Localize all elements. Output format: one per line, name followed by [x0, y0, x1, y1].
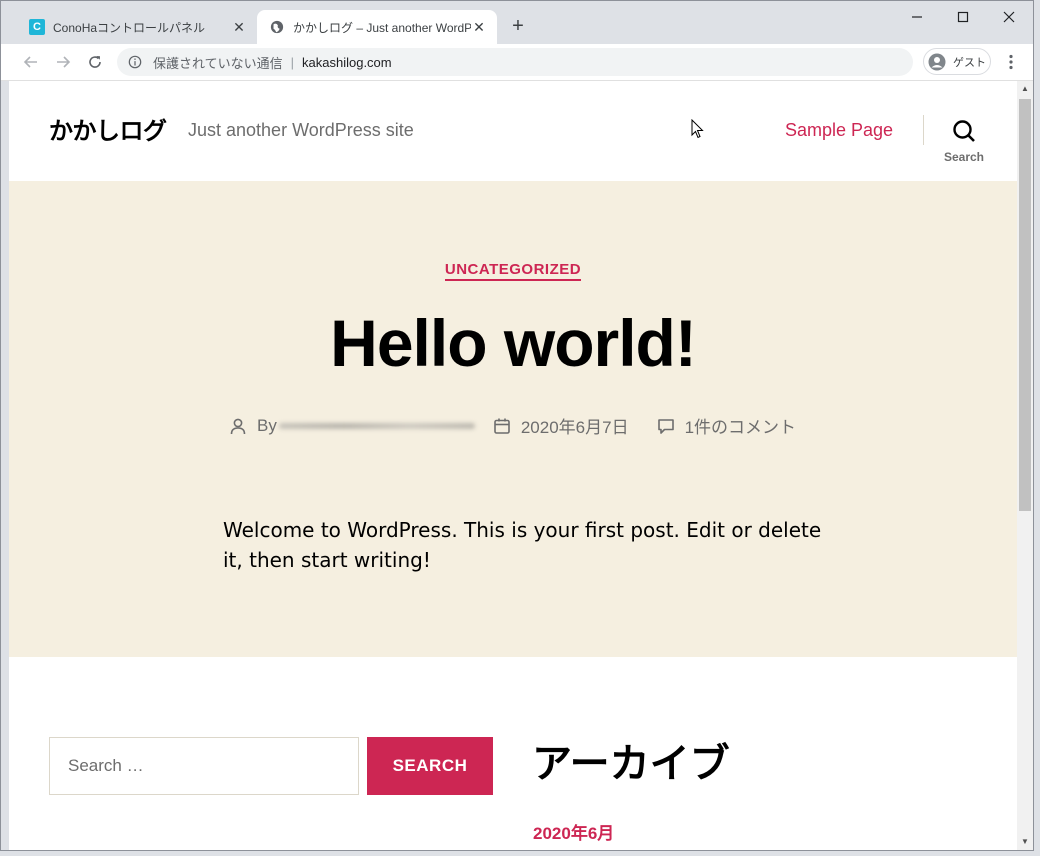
user-icon [230, 418, 246, 434]
nav-divider [923, 115, 924, 145]
author-name-redacted[interactable] [278, 422, 475, 429]
calendar-icon [494, 418, 510, 434]
tab-title: ConoHaコントロールパネル [53, 20, 206, 35]
minimize-button[interactable] [894, 3, 940, 31]
browser-window: C ConoHaコントロールパネル ✕ かかしログ – Just another… [0, 0, 1034, 851]
scrollbar-thumb[interactable] [1019, 99, 1031, 511]
post-category: UNCATEGORIZED [9, 261, 1017, 281]
tab-kakashilog[interactable]: かかしログ – Just another WordPress site ✕ [257, 10, 497, 44]
site-description: Just another WordPress site [188, 120, 414, 140]
page-scrollbar[interactable]: ▲ ▼ [1017, 81, 1033, 850]
category-link[interactable]: UNCATEGORIZED [444, 261, 582, 281]
post-content: Welcome to WordPress. This is your first… [223, 518, 822, 572]
profile-label: ゲスト [953, 56, 986, 69]
browser-toolbar: 保護されていない通信 | kakashilog.com ゲスト [1, 44, 1033, 81]
scroll-down-arrow-icon[interactable]: ▼ [1017, 834, 1033, 850]
comments-link[interactable]: 1件のコメント [685, 413, 796, 438]
url-text: kakashilog.com [302, 54, 392, 70]
address-bar[interactable]: 保護されていない通信 | kakashilog.com [117, 48, 913, 76]
search-toggle-label: Search [943, 150, 985, 164]
mouse-cursor-icon [691, 119, 704, 139]
close-tab-icon[interactable]: ✕ [231, 19, 247, 36]
avatar-icon [927, 52, 947, 72]
tab-strip: C ConoHaコントロールパネル ✕ かかしログ – Just another… [1, 1, 1033, 44]
search-button[interactable]: SEARCH [367, 737, 493, 795]
maximize-button[interactable] [940, 3, 986, 31]
post-meta: By 2020年6月7日 1件のコメント [229, 413, 796, 438]
search-toggle-button[interactable]: Search [939, 119, 989, 164]
search-icon [953, 120, 975, 142]
post-hero: UNCATEGORIZED Hello world! By 2020年6月7日 … [9, 181, 1017, 657]
close-tab-icon[interactable]: ✕ [471, 19, 487, 36]
forward-button[interactable] [51, 50, 75, 74]
site-title[interactable]: かかしログ [49, 111, 167, 146]
comment-icon [657, 418, 674, 434]
archive-widget-title: アーカイブ [532, 742, 730, 786]
tab-title: かかしログ – Just another WordPress site [293, 20, 471, 35]
site-header: かかしログ Just another WordPress site Sample… [9, 81, 1017, 181]
tab-conoha[interactable]: C ConoHaコントロールパネル ✕ [17, 10, 257, 44]
globe-icon [269, 19, 285, 35]
archive-item[interactable]: 2020年6月 [533, 819, 614, 844]
reload-button[interactable] [83, 50, 107, 74]
search-input[interactable]: Search … [49, 737, 359, 795]
profile-button[interactable]: ゲスト [923, 48, 991, 75]
kebab-menu-icon [1009, 54, 1013, 70]
back-button[interactable] [19, 50, 43, 74]
post-author: By [229, 416, 475, 436]
post-date: 2020年6月7日 [493, 413, 629, 438]
close-window-button[interactable] [986, 3, 1032, 31]
info-icon[interactable] [127, 54, 143, 70]
address-separator: | [290, 54, 295, 70]
conoha-favicon-icon: C [29, 19, 45, 35]
security-status: 保護されていない通信 [153, 55, 283, 71]
nav-link-sample-page[interactable]: Sample Page [785, 120, 893, 141]
page-viewport: かかしログ Just another WordPress site Sample… [9, 81, 1017, 850]
back-arrow-icon [23, 56, 37, 68]
new-tab-button[interactable]: + [507, 15, 529, 37]
post-comments: 1件のコメント [657, 413, 796, 438]
post-title[interactable]: Hello world! [9, 305, 1017, 381]
browser-menu-button[interactable] [1001, 50, 1021, 74]
forward-arrow-icon [57, 56, 71, 68]
post-date-text[interactable]: 2020年6月7日 [521, 413, 629, 438]
reload-icon [89, 56, 101, 68]
by-label: By [257, 415, 277, 435]
scroll-up-arrow-icon[interactable]: ▲ [1017, 81, 1033, 97]
